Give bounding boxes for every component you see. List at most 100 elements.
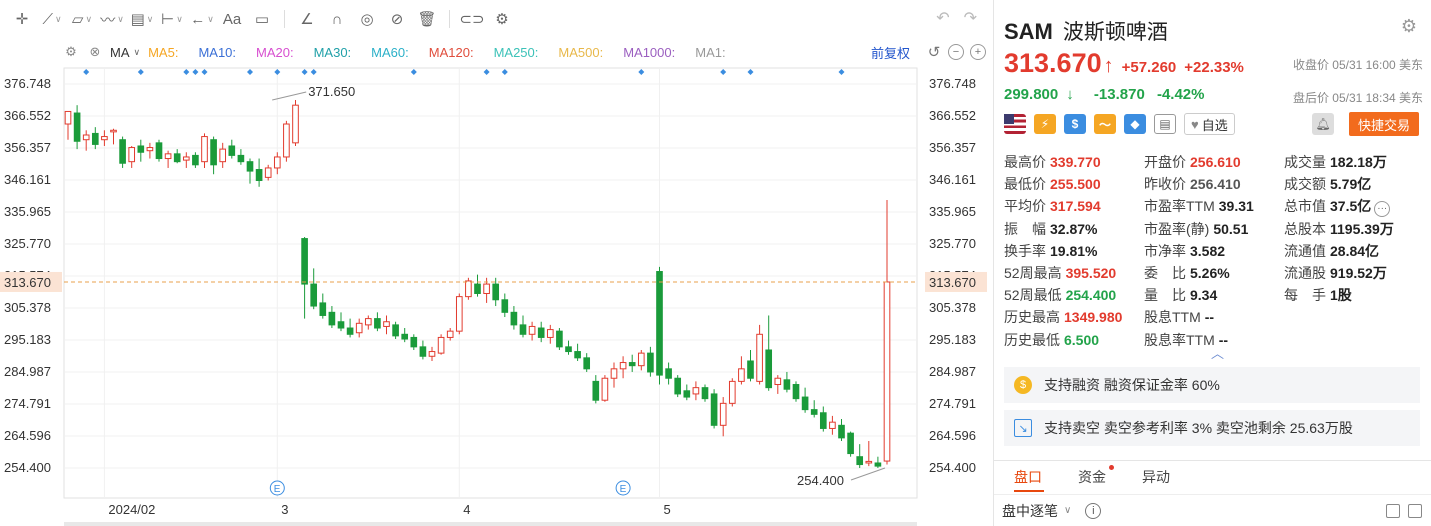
quick-trade-button[interactable]: 快捷交易 <box>1349 112 1419 136</box>
undo-icon[interactable]: ↶ <box>936 8 949 28</box>
settings-icon[interactable]: ⚙ <box>488 6 516 32</box>
bell-icon[interactable]: 🔔︎ <box>1312 113 1334 135</box>
tab-orderbook[interactable]: 盘口 <box>1014 467 1042 487</box>
candle-up <box>546 329 554 338</box>
more-icon[interactable]: ··· <box>1374 200 1391 217</box>
link-icon[interactable]: ⊂⊃ <box>458 6 486 32</box>
tab-unusual[interactable]: 异动 <box>1142 467 1170 487</box>
ma-item[interactable]: MA120: <box>429 45 474 60</box>
stock-title: SAM 波斯顿啤酒 <box>1004 16 1168 46</box>
eye-icon[interactable]: ◎ <box>353 6 381 32</box>
stat-cell: 振 幅 32.87% <box>1004 219 1144 239</box>
dividend-marker <box>838 69 845 75</box>
short-info[interactable]: ↘ 支持卖空 卖空参考利率 3% 卖空池剩余 25.63万股 <box>1004 410 1420 446</box>
ma-item[interactable]: MA5: <box>148 45 178 60</box>
tag-icon[interactable]: ◆ <box>1124 114 1146 134</box>
stat-value: 919.52万 <box>1330 265 1387 282</box>
zoom-out-icon[interactable]: − <box>948 44 964 60</box>
stat-value: 5.79亿 <box>1330 176 1372 193</box>
stats-row: 历史最高 1349.980 股息TTM -- <box>1004 306 1424 328</box>
y-tick-label-right: 264.596 <box>929 428 976 443</box>
dollar-icon[interactable]: $ <box>1064 114 1086 134</box>
candlestick-chart[interactable]: 376.748 376.748 366.552 366.552 356.357 356.3… <box>0 38 993 526</box>
candle-up <box>82 134 90 141</box>
stat-value: 256.610 <box>1190 154 1241 171</box>
x-tick-label: 5 <box>664 502 671 517</box>
fib-tool-icon[interactable]: ▤ ∨ <box>128 6 156 32</box>
stat-cell: 每 手 1股 <box>1284 285 1424 305</box>
ma-selector[interactable]: MA <box>110 45 130 60</box>
lightning-icon[interactable]: ⚡ <box>1034 114 1056 134</box>
margin-info[interactable]: $ 支持融资 融资保证金率 60% <box>1004 367 1420 403</box>
ma-item[interactable]: MA500: <box>558 45 603 60</box>
candle-down <box>537 327 545 338</box>
candle-down <box>410 336 418 348</box>
add-watchlist-button[interactable]: ♥ 自选 <box>1184 113 1235 135</box>
stat-cell: 52周最高 395.520 <box>1004 263 1144 283</box>
toolbar-divider <box>284 10 285 28</box>
badge-row: ⚡ $ 〜 ◆ ▤ ♥ 自选 <box>1004 113 1235 135</box>
tick-by-tick-dropdown[interactable]: 盘中逐笔 <box>1002 501 1058 521</box>
help-icon[interactable]: i <box>1085 502 1102 519</box>
candle-down <box>173 153 181 163</box>
chevron-down-icon[interactable]: ∨ <box>134 47 141 58</box>
candle-down <box>492 283 500 301</box>
zoom-in-icon[interactable]: + <box>970 44 986 60</box>
document-icon[interactable]: ▤ <box>1154 114 1176 134</box>
tab-capital[interactable]: 资金 <box>1078 464 1114 487</box>
after-hours-row: 299.800 ↓ -13.870 -4.42% <box>1004 86 1212 103</box>
comment-tool-icon[interactable]: ▭ <box>248 6 276 32</box>
arrow-tool-icon[interactable]: ← ∨ <box>188 6 216 32</box>
layout-icon[interactable] <box>1386 503 1400 518</box>
stat-label: 52周最高 <box>1004 265 1062 282</box>
candle-down <box>301 238 308 285</box>
expand-window-icon[interactable] <box>1408 503 1422 518</box>
adjust-mode-button[interactable]: 前复权 <box>871 43 910 62</box>
text-tool-icon[interactable]: Aa <box>218 6 246 32</box>
ma-item[interactable]: MA30: <box>314 45 352 60</box>
trash-icon[interactable]: 🗑︎ <box>413 6 441 32</box>
ma-item[interactable]: MA1000: <box>623 45 675 60</box>
wave-icon[interactable]: 〜 <box>1094 114 1116 134</box>
candle-down <box>683 390 691 398</box>
settings-icon[interactable]: ⚙ <box>62 43 80 61</box>
expand-icon[interactable]: ︿ <box>1211 343 1224 362</box>
candle-down <box>310 283 318 307</box>
y-tick-label-left: 356.357 <box>4 140 51 155</box>
dividend-marker <box>720 69 727 75</box>
candle-up <box>483 283 490 294</box>
ruler-icon[interactable]: ∠ <box>293 6 321 32</box>
ma-item[interactable]: MA60: <box>371 45 409 60</box>
measure-tool-icon[interactable]: ⊢ ∨ <box>158 6 186 32</box>
stat-label: 平均价 <box>1004 198 1046 215</box>
crosshair-icon[interactable]: ✛ <box>8 6 36 32</box>
chevron-down-icon[interactable]: ∨ <box>1064 505 1071 516</box>
price-row: 313.670 ↑ +57.260 +22.33% <box>1004 48 1244 79</box>
candle-down <box>565 346 572 353</box>
price-change: +57.260 <box>1121 59 1177 76</box>
shape-tool-icon[interactable]: ▱ ∨ <box>68 6 96 32</box>
ma-item[interactable]: MA250: <box>494 45 539 60</box>
ma-item[interactable]: MA20: <box>256 45 294 60</box>
ma-item[interactable]: MA1: <box>695 45 725 60</box>
candle-down <box>237 154 245 163</box>
settings-icon[interactable]: ⚙ <box>1401 16 1417 37</box>
y-tick-label-left: 376.748 <box>4 76 51 91</box>
wave-tool-icon[interactable]: 〰 ∨ <box>98 6 126 32</box>
reset-icon[interactable]: ↺ <box>926 44 942 60</box>
stat-cell: 市盈率(静) 50.51 <box>1144 219 1284 239</box>
candle-up <box>364 318 372 326</box>
magnet-icon[interactable]: ∩ <box>323 6 351 32</box>
candle-down <box>155 142 163 160</box>
candle-down <box>337 321 345 329</box>
hide-icon[interactable]: ⊘ <box>383 6 411 32</box>
y-tick-label-right: 254.400 <box>929 460 976 475</box>
stat-value: 39.31 <box>1218 198 1254 215</box>
ma-item[interactable]: MA10: <box>198 45 236 60</box>
candle-up <box>728 380 736 404</box>
close-icon[interactable]: ⊗ <box>86 43 104 61</box>
candle-down <box>792 384 800 400</box>
x-tick-label: 2024/02 <box>108 502 155 517</box>
redo-icon[interactable]: ↷ <box>964 8 977 28</box>
line-tool-icon[interactable]: ⟋ ∨ <box>38 6 66 32</box>
